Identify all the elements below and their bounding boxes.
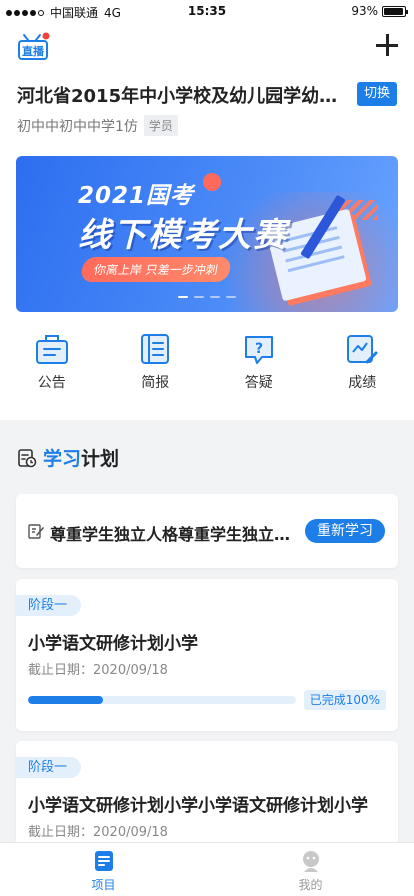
project-title: 河北省2015年中小学校及幼儿园学幼园长任职资格培训 bbox=[17, 86, 347, 107]
plan-deadline: 截止日期：2020/09/18 bbox=[28, 663, 168, 678]
role-badge: 学员 bbox=[143, 115, 178, 136]
banner-dot[interactable] bbox=[226, 296, 236, 298]
banner-tag: 你离上岸 只差一步冲刺 bbox=[79, 257, 233, 282]
plan-deadline: 截止日期：2020/09/18 bbox=[28, 825, 168, 840]
add-button[interactable] bbox=[376, 34, 398, 56]
current-course-card[interactable]: 尊重学生独立人格尊重学生独立人格 重新学习 bbox=[16, 494, 398, 568]
status-bar: 中国联通 4G 15:35 93% bbox=[0, 0, 414, 22]
banner-dot[interactable] bbox=[178, 296, 188, 298]
plan-progress-bar bbox=[28, 696, 296, 704]
battery-icon bbox=[382, 5, 408, 17]
tab-bar: 项目 我的 bbox=[0, 842, 414, 896]
relearn-button[interactable]: 重新学习 bbox=[305, 519, 385, 543]
project-header: 直播 河北省2015年中小学校及幼儿园学幼园长任职资格培训 切换 初中中初中中学… bbox=[0, 22, 414, 420]
briefing-icon bbox=[141, 334, 170, 364]
banner-ball-decoration bbox=[203, 173, 221, 191]
nav-qa-label: 答疑 bbox=[244, 375, 273, 391]
banner-dot[interactable] bbox=[210, 296, 220, 298]
banner-dot[interactable] bbox=[194, 296, 204, 298]
current-course-text: 尊重学生独立人格尊重学生独立人格 bbox=[50, 525, 300, 544]
study-plan-title-highlight: 学习 bbox=[43, 448, 82, 470]
tab-profile[interactable]: 我的 bbox=[207, 843, 414, 896]
plan-progress-fill bbox=[28, 696, 104, 704]
stage-tag: 阶段一 bbox=[16, 595, 82, 616]
battery-percent: 93% bbox=[351, 4, 378, 18]
plan-name: 小学语文研修计划小学 bbox=[28, 634, 198, 654]
banner-year-text: 2021国考 bbox=[78, 183, 195, 209]
nav-grades-label: 成绩 bbox=[348, 375, 377, 391]
nav-qa[interactable]: ? 答疑 bbox=[207, 332, 311, 402]
study-plan-header: 学习计划 bbox=[17, 444, 119, 471]
banner-pagination bbox=[16, 296, 398, 298]
project-doc-icon bbox=[94, 851, 113, 871]
note-edit-icon bbox=[28, 524, 44, 539]
plan-progress-label: 已完成100% bbox=[303, 690, 386, 710]
grades-icon bbox=[347, 335, 378, 364]
live-tv-icon[interactable]: 直播 bbox=[16, 32, 52, 62]
qa-icon: ? bbox=[244, 336, 273, 364]
tab-profile-label: 我的 bbox=[298, 878, 323, 892]
plan-clock-icon bbox=[18, 448, 37, 467]
study-plan-title-rest: 计划 bbox=[81, 448, 120, 470]
nav-grades[interactable]: 成绩 bbox=[311, 332, 414, 402]
svg-text:?: ? bbox=[255, 341, 263, 357]
profile-icon bbox=[302, 851, 319, 872]
nav-briefing-label: 简报 bbox=[141, 375, 170, 391]
project-subtitle: 初中中初中中学1仿 bbox=[17, 118, 138, 135]
promo-banner[interactable]: 2021国考 线下模考大赛 你离上岸 只差一步冲刺 bbox=[16, 156, 398, 312]
tab-project-label: 项目 bbox=[91, 878, 116, 892]
tab-project[interactable]: 项目 bbox=[0, 843, 207, 896]
stage-tag: 阶段一 bbox=[16, 757, 82, 778]
study-plan-title: 学习计划 bbox=[43, 444, 119, 471]
nav-briefing[interactable]: 简报 bbox=[104, 332, 208, 402]
banner-main-text: 线下模考大赛 bbox=[78, 215, 288, 254]
plan-name: 小学语文研修计划小学小学语文研修计划小学 bbox=[28, 796, 368, 816]
switch-project-button[interactable]: 切换 bbox=[356, 82, 397, 106]
status-right: 93% bbox=[351, 4, 408, 18]
plan-card[interactable]: 阶段一 小学语文研修计划小学 截止日期：2020/09/18 已完成100% bbox=[16, 579, 398, 731]
quick-nav: 公告 简报 ? 答疑 成绩 bbox=[0, 332, 414, 402]
project-subtitle-row: 初中中初中中学1仿 学员 bbox=[17, 115, 178, 136]
nav-announcement-label: 公告 bbox=[37, 375, 66, 391]
nav-announcement[interactable]: 公告 bbox=[0, 332, 104, 402]
live-label: 直播 bbox=[22, 44, 45, 58]
announcement-icon bbox=[35, 335, 68, 364]
